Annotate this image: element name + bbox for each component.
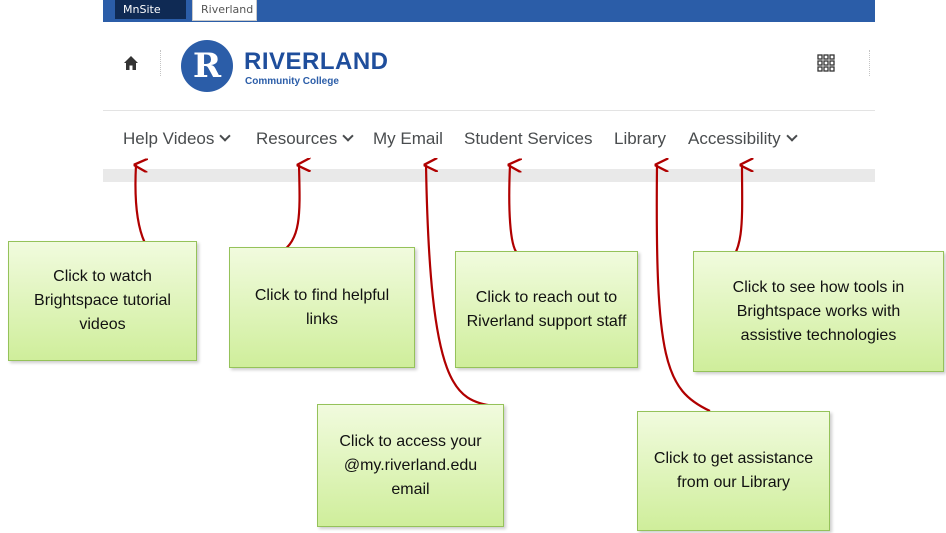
callout-resources: Click to find helpful links <box>229 247 415 368</box>
callout-student-services: Click to reach out to Riverland support … <box>455 251 638 368</box>
arrow-accessibility <box>726 165 742 265</box>
arrow-resources <box>280 165 300 253</box>
callout-library: Click to get assistance from our Library <box>637 411 830 531</box>
arrow-student-services <box>509 165 517 254</box>
callout-help-videos: Click to watch Brightspace tutorial vide… <box>8 241 197 361</box>
callout-my-email: Click to access your @my.riverland.edu e… <box>317 404 504 527</box>
callout-accessibility: Click to see how tools in Brightspace wo… <box>693 251 944 372</box>
